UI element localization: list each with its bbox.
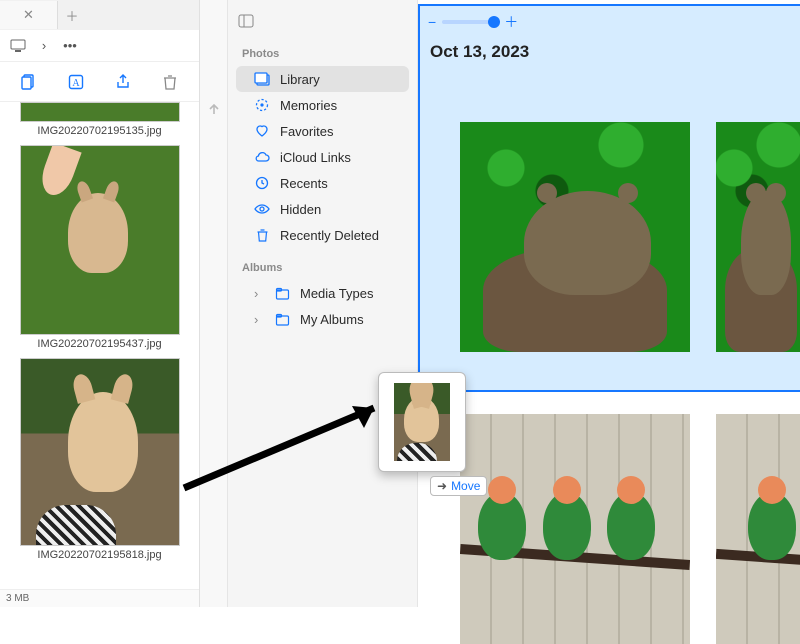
sidebar-item-label: Hidden — [280, 202, 395, 217]
date-header: Oct 13, 2023 — [430, 42, 529, 62]
zoom-in-button[interactable]: ＋ — [504, 12, 518, 32]
sidebar-item-memories[interactable]: Memories — [236, 92, 409, 118]
sidebar-item-my-albums[interactable]: › My Albums — [236, 306, 409, 332]
drag-preview-thumb — [394, 383, 450, 461]
trash-icon[interactable] — [156, 68, 184, 96]
sidebar-item-icloud-links[interactable]: iCloud Links — [236, 144, 409, 170]
file-name: IMG20220702195437.jpg — [8, 338, 191, 350]
sidebar-toggle-icon[interactable] — [238, 14, 254, 31]
memories-icon — [254, 97, 270, 113]
svg-text:A: A — [73, 78, 81, 89]
finder-path-toolbar: › ••• — [0, 30, 199, 62]
sidebar-item-label: Recently Deleted — [280, 228, 395, 243]
zoom-slider-knob[interactable] — [488, 16, 500, 28]
arrow-right-icon: ➜ — [437, 479, 447, 493]
photo-thumbnail[interactable] — [716, 122, 800, 352]
sidebar-item-library[interactable]: Library — [236, 66, 409, 92]
drop-action-text: Move — [451, 479, 480, 493]
drop-action-label: ➜ Move — [430, 476, 487, 496]
file-thumbnail — [20, 102, 180, 122]
sidebar-item-hidden[interactable]: Hidden — [236, 196, 409, 222]
folder-icon — [274, 311, 290, 327]
photo-thumbnail[interactable] — [460, 122, 690, 352]
file-list: IMG20220702195135.jpg IMG20220702195437.… — [0, 102, 199, 607]
heart-icon — [254, 123, 270, 139]
zoom-out-button[interactable]: − — [428, 14, 436, 30]
finder-window: ✕ ＋ › ••• A IMG20220702195135.jpg — [0, 0, 200, 607]
photos-app: Photos Library Memories Favorites iCloud… — [228, 0, 800, 607]
sidebar-item-label: Media Types — [300, 286, 395, 301]
sidebar-item-label: Recents — [280, 176, 395, 191]
sidebar-section-photos: Photos — [228, 34, 417, 66]
folder-icon — [274, 285, 290, 301]
photo-thumbnail[interactable] — [460, 414, 690, 644]
sidebar-item-label: iCloud Links — [280, 150, 395, 165]
photo-thumbnail[interactable] — [716, 414, 800, 644]
trash-icon — [254, 227, 270, 243]
sidebar-item-label: Memories — [280, 98, 395, 113]
file-item[interactable]: IMG20220702195818.jpg — [8, 358, 191, 561]
zoom-slider[interactable] — [442, 20, 498, 24]
close-icon[interactable]: ✕ — [23, 7, 34, 23]
new-tab-button[interactable]: ＋ — [58, 1, 86, 29]
eye-icon — [254, 201, 270, 217]
file-item[interactable]: IMG20220702195135.jpg — [8, 102, 191, 137]
chevron-right-icon[interactable]: › — [254, 286, 264, 301]
clock-icon — [254, 175, 270, 191]
sidebar-item-recently-deleted[interactable]: Recently Deleted — [236, 222, 409, 248]
sidebar-item-favorites[interactable]: Favorites — [236, 118, 409, 144]
file-name: IMG20220702195818.jpg — [8, 549, 191, 561]
desktop-icon — [10, 38, 26, 54]
library-icon — [254, 71, 270, 87]
drag-preview — [378, 372, 466, 472]
sidebar-item-label: Favorites — [280, 124, 395, 139]
sidebar-item-label: Library — [280, 72, 395, 87]
sidebar-item-label: My Albums — [300, 312, 395, 327]
file-name: IMG20220702195135.jpg — [8, 125, 191, 137]
finder-action-toolbar: A — [0, 62, 199, 102]
more-icon[interactable]: ••• — [62, 38, 78, 54]
file-item[interactable]: IMG20220702195437.jpg — [8, 145, 191, 350]
sidebar-section-albums: Albums — [228, 248, 417, 280]
cloud-icon — [254, 149, 270, 165]
text-style-icon[interactable]: A — [62, 68, 90, 96]
divider-column — [200, 0, 228, 607]
zoom-slider-row: − ＋ — [428, 12, 518, 32]
duplicate-icon[interactable] — [15, 68, 43, 96]
sidebar-item-recents[interactable]: Recents — [236, 170, 409, 196]
sidebar-item-media-types[interactable]: › Media Types — [236, 280, 409, 306]
status-bar: 3 MB — [0, 589, 199, 607]
file-thumbnail — [20, 358, 180, 546]
upload-icon[interactable] — [205, 100, 223, 121]
finder-tabbar: ✕ ＋ — [0, 0, 199, 30]
file-thumbnail — [20, 145, 180, 335]
finder-tab[interactable]: ✕ — [0, 1, 58, 29]
chevron-right-icon[interactable]: › — [254, 312, 264, 327]
chevron-right-icon[interactable]: › — [36, 38, 52, 54]
photos-sidebar: Photos Library Memories Favorites iCloud… — [228, 0, 418, 607]
photos-main: − ＋ Oct 13, 2023 — [418, 0, 800, 607]
share-icon[interactable] — [109, 68, 137, 96]
